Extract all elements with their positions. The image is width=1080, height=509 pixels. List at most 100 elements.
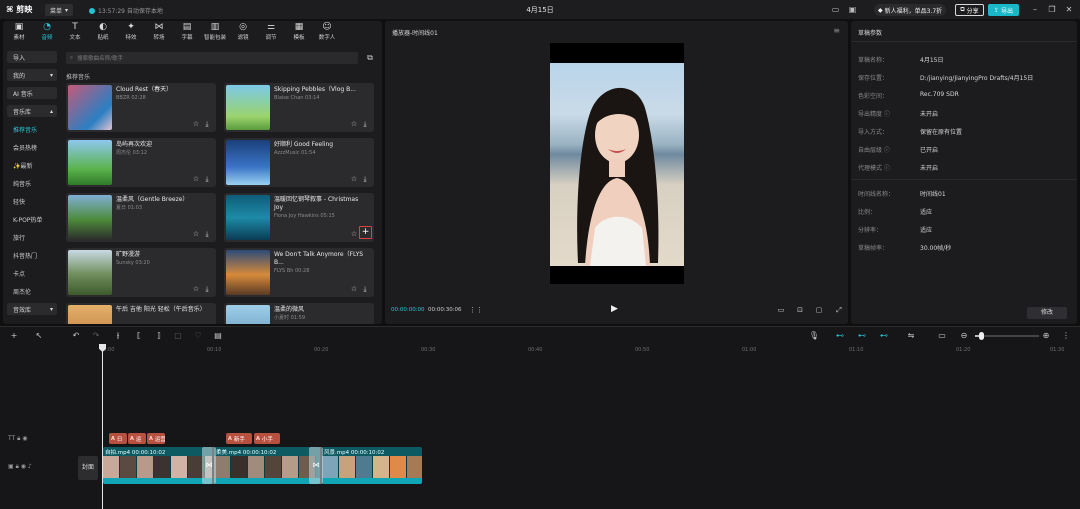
export-button[interactable]: ⇪ 导出 xyxy=(988,4,1019,16)
category-latest[interactable]: ✨最新 xyxy=(7,159,57,171)
music-card[interactable]: 旷野漫游 Sunsky 03:20 ☆ ⤓ xyxy=(66,248,216,297)
text-clip[interactable]: A运 xyxy=(128,433,146,444)
tab-effects[interactable]: ✦ 特效 xyxy=(117,22,145,42)
search-input[interactable]: ⌕ 搜索歌曲名称/歌手 xyxy=(66,52,358,64)
category-kpop[interactable]: K-POP热单 xyxy=(7,213,57,225)
favorite-icon[interactable]: ☆ xyxy=(192,120,200,128)
tab-filter[interactable]: ◎ 滤镜 xyxy=(229,22,257,42)
audio-mute-icon[interactable]: ♪ xyxy=(28,463,32,470)
modify-button[interactable]: 修改 xyxy=(1027,307,1067,319)
add-track-icon[interactable]: + xyxy=(8,331,20,341)
zoom-out-icon[interactable]: ⊖ xyxy=(958,331,970,341)
music-card[interactable]: 温暖回忆钢琴叙事 - Christmas Joy Fiona Joy Hawkin… xyxy=(224,193,374,242)
tab-smart-pack[interactable]: ▥ 智能包装 xyxy=(201,22,229,42)
zoom-slider[interactable] xyxy=(975,332,1039,340)
text-clip[interactable]: A 运营 xyxy=(147,433,165,444)
filter-toggle-icon[interactable]: ⧉ xyxy=(364,52,376,64)
linkage-icon[interactable]: ⊷ xyxy=(878,331,890,341)
eye-icon[interactable]: ◉ xyxy=(21,463,26,470)
video-preview[interactable] xyxy=(550,43,684,284)
ratio-icon[interactable]: ▢ xyxy=(813,305,825,315)
category-douyin-hot[interactable]: 抖音热门 xyxy=(7,249,57,261)
text-clip[interactable]: A日 xyxy=(109,433,127,444)
layout-icon[interactable]: ▭ xyxy=(829,4,842,16)
play-button[interactable]: ▶ xyxy=(611,304,618,314)
favorite-icon[interactable]: ☆ xyxy=(350,285,358,293)
newbie-offer-button[interactable]: ◆ 新人福利，单品3.7折 xyxy=(874,4,947,16)
transition-marker[interactable]: ⋈ xyxy=(202,447,216,484)
monitor-icon[interactable]: ▣ xyxy=(846,4,859,16)
menu-icon[interactable]: ≡ xyxy=(833,26,840,35)
download-icon[interactable]: ⤓ xyxy=(361,285,369,293)
category-light[interactable]: 轻快 xyxy=(7,195,57,207)
download-icon[interactable]: ⤓ xyxy=(203,285,211,293)
music-card[interactable]: 好顺利 Good Feeling AzzzMusic 01:54 ☆ ⤓ xyxy=(224,138,374,187)
tab-subtitle[interactable]: ▤ 字幕 xyxy=(173,22,201,42)
download-icon[interactable]: ⤓ xyxy=(203,175,211,183)
magnet-icon[interactable]: ⊷ xyxy=(856,331,868,341)
category-beat[interactable]: 卡点 xyxy=(7,267,57,279)
microphone-icon[interactable]: 🎙 xyxy=(808,331,820,341)
tab-audio[interactable]: ◔ 音频 xyxy=(33,22,61,42)
caption-icon[interactable]: ▭ xyxy=(936,331,948,341)
music-card[interactable]: 温柔的微风 小夏时 01:59 xyxy=(224,303,374,324)
share-button[interactable]: ⧉ 分享 xyxy=(955,4,984,16)
split-icon[interactable]: ⫲ xyxy=(112,331,124,341)
redo-icon[interactable]: ↷ xyxy=(90,331,102,341)
category-vip-hot[interactable]: 会员热榜 xyxy=(7,141,57,153)
tab-template[interactable]: ▦ 模板 xyxy=(285,22,313,42)
zoom-in-icon[interactable]: ⊕ xyxy=(1040,331,1052,341)
download-icon[interactable]: ⤓ xyxy=(361,120,369,128)
undo-icon[interactable]: ↶ xyxy=(70,331,82,341)
music-card[interactable]: We Don't Talk Anymore（FLYS B... FLYS Bh 0… xyxy=(224,248,374,297)
playhead[interactable] xyxy=(102,345,103,509)
tab-digital-human[interactable]: ☺ 数字人 xyxy=(313,22,341,42)
zoom-slider-handle[interactable] xyxy=(979,332,984,340)
close-icon[interactable]: ✕ xyxy=(1063,4,1075,16)
category-music-library[interactable]: 音乐库 ▴ xyxy=(7,105,57,117)
video-clip[interactable]: 柔美.mp4 00:00:10:02 xyxy=(214,447,320,484)
download-icon[interactable]: ⤓ xyxy=(203,120,211,128)
marker-icon[interactable]: ♡ xyxy=(192,331,204,341)
link-main-track-icon[interactable]: ⊷ xyxy=(834,331,846,341)
delete-icon[interactable]: ▢ xyxy=(172,331,184,341)
category-jay-chou[interactable]: 周杰伦 xyxy=(7,285,57,297)
download-icon[interactable]: ⤓ xyxy=(203,230,211,238)
lock-icon[interactable]: 🔒︎ xyxy=(17,435,20,442)
tab-adjust[interactable]: ⚌ 调节 xyxy=(257,22,285,42)
split-right-icon[interactable]: ⟧ xyxy=(153,331,165,341)
favorite-icon[interactable]: ☆ xyxy=(350,230,358,238)
minimize-icon[interactable]: – xyxy=(1029,4,1041,16)
category-pure-music[interactable]: 纯音乐 xyxy=(7,177,57,189)
select-tool-icon[interactable]: ↖ xyxy=(33,331,45,341)
tab-text[interactable]: T 文本 xyxy=(61,22,89,42)
category-sfx-library[interactable]: 音效库 ▾ xyxy=(7,303,57,315)
lock-icon[interactable]: 🔒︎ xyxy=(16,463,19,470)
favorite-icon[interactable]: ☆ xyxy=(192,230,200,238)
video-clip[interactable]: 自拍.mp4 00:00:10:02 xyxy=(103,447,212,484)
text-clip[interactable]: A 新手 xyxy=(226,433,252,444)
add-to-track-button[interactable]: + xyxy=(359,226,372,239)
music-card[interactable]: 岛屿再次欢迎 周杰伦 03:12 ☆ ⤓ xyxy=(66,138,216,187)
favorite-icon[interactable]: ☆ xyxy=(192,175,200,183)
category-mine[interactable]: 我的 ▾ xyxy=(7,69,57,81)
music-card[interactable]: Cloud Rest（春天） BBZR 02:28 ☆ ⤓ xyxy=(66,83,216,132)
tab-transition[interactable]: ⋈ 转场 xyxy=(145,22,173,42)
text-clip[interactable]: A 小手 xyxy=(254,433,280,444)
download-icon[interactable]: ⤓ xyxy=(361,175,369,183)
category-travel[interactable]: 旅行 xyxy=(7,231,57,243)
music-card[interactable]: Skipping Pebbles（Vlog B... Blaise Chan 03… xyxy=(224,83,374,132)
restore-icon[interactable]: ❐ xyxy=(1046,4,1058,16)
time-ruler[interactable]: 00:00 00:10 00:20 00:30 00:40 00:50 01:0… xyxy=(100,346,1080,356)
favorite-icon[interactable]: ☆ xyxy=(350,120,358,128)
music-card[interactable]: 温柔风（Gentle Breeze） 夏日 01:03 ☆ ⤓ xyxy=(66,193,216,242)
transition-marker[interactable]: ⋈ xyxy=(309,447,323,484)
more-icon[interactable]: ⋮ xyxy=(1060,331,1072,341)
favorite-icon[interactable]: ☆ xyxy=(350,175,358,183)
waveform-icon[interactable]: ⋮⋮ xyxy=(469,305,483,315)
ai-icon[interactable]: ▤ xyxy=(212,331,224,341)
tab-sticker[interactable]: ◐ 贴纸 xyxy=(89,22,117,42)
preview-axis-icon[interactable]: ⇋ xyxy=(905,331,917,341)
category-ai-music[interactable]: AI 音乐 xyxy=(7,87,57,99)
eye-icon[interactable]: ◉ xyxy=(22,435,27,442)
